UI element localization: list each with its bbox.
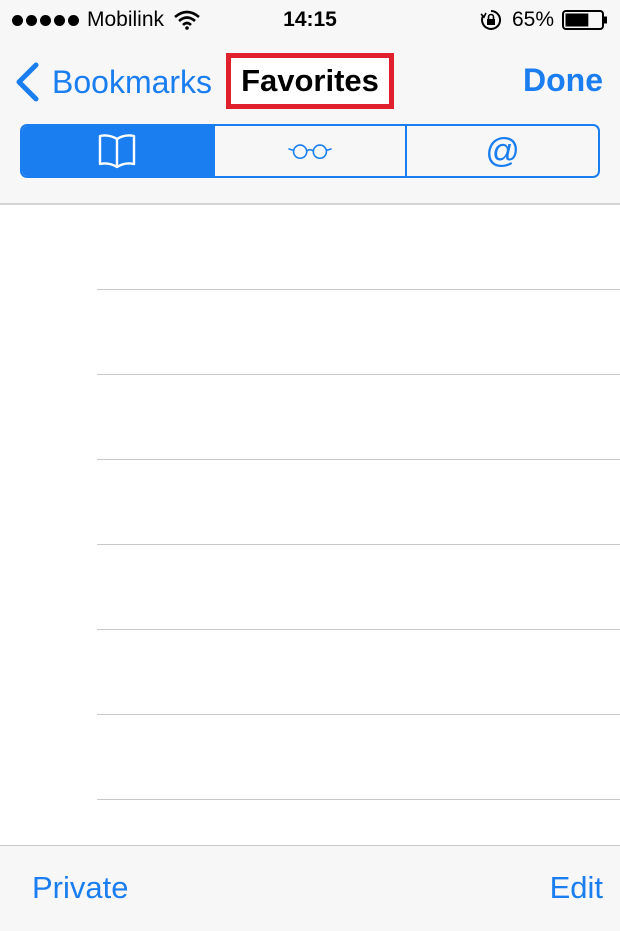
- bottom-toolbar: Private Edit: [0, 845, 620, 931]
- list-item[interactable]: [0, 375, 620, 460]
- list-item[interactable]: [0, 715, 620, 800]
- done-button[interactable]: Done: [523, 62, 603, 99]
- segment-reading-list[interactable]: [212, 126, 406, 176]
- book-icon: [99, 134, 136, 169]
- chevron-left-icon: [16, 62, 39, 102]
- battery-fill: [565, 13, 589, 27]
- private-button[interactable]: Private: [32, 870, 128, 906]
- battery-icon: [562, 10, 607, 30]
- list-item[interactable]: [0, 205, 620, 290]
- segment-shared-links[interactable]: @: [405, 126, 598, 176]
- back-button-label: Bookmarks: [52, 63, 213, 100]
- orientation-lock-icon: [480, 9, 502, 30]
- navigation-bar: Bookmarks Favorites Done @: [0, 40, 620, 205]
- status-right: 65%: [480, 8, 608, 32]
- segment-bookmarks[interactable]: [22, 126, 213, 176]
- bookmark-list: [0, 205, 620, 845]
- list-item[interactable]: [0, 290, 620, 375]
- battery-percent: 65%: [511, 8, 554, 31]
- glasses-icon: [288, 144, 332, 160]
- list-item[interactable]: [0, 545, 620, 630]
- title-highlight-box: Favorites: [226, 53, 394, 109]
- edit-button[interactable]: Edit: [550, 870, 603, 906]
- bookmark-type-segmented-control: @: [20, 124, 600, 178]
- back-bookmarks-button[interactable]: Bookmarks: [14, 60, 212, 104]
- list-item[interactable]: [0, 630, 620, 715]
- list-item[interactable]: [0, 460, 620, 545]
- at-icon: @: [485, 132, 520, 170]
- page-title: Favorites: [241, 63, 379, 98]
- status-bar: Mobilink 14:15 65%: [0, 0, 620, 40]
